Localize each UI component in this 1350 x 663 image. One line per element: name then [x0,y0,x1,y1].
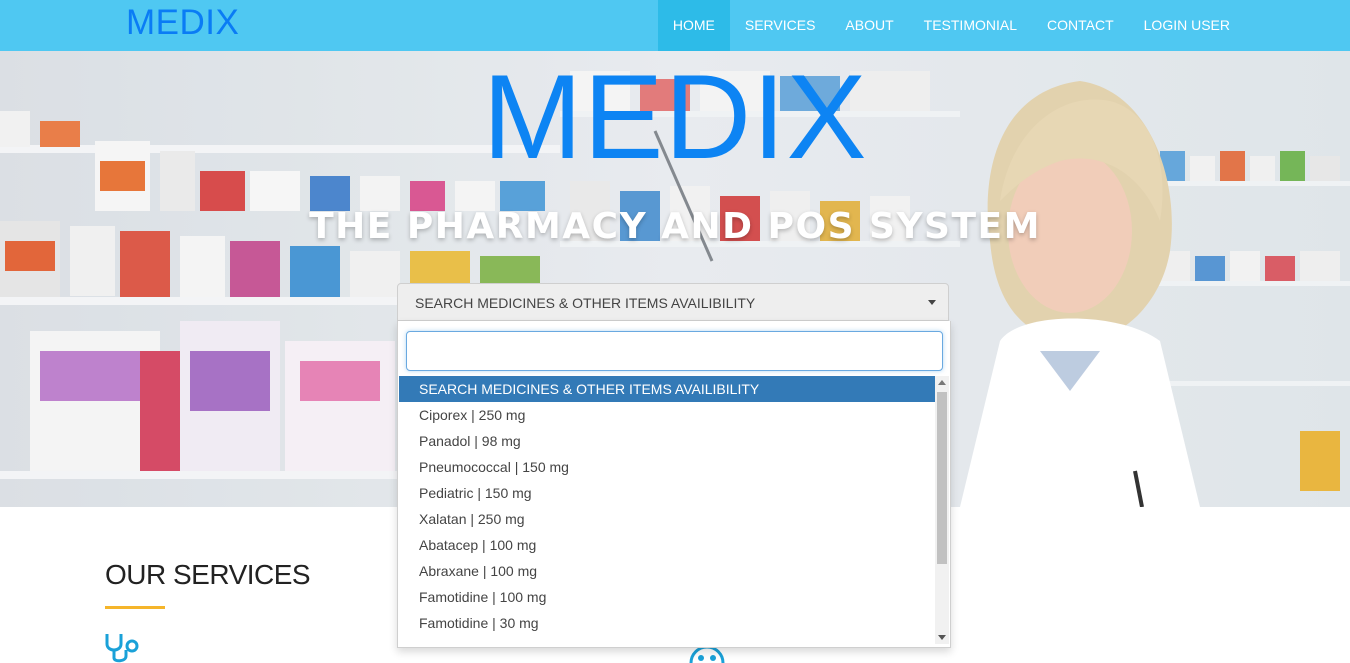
brand-logo[interactable]: MEDIX [126,3,239,43]
options-scrollbar[interactable] [935,376,949,644]
select-selected-value: SEARCH MEDICINES & OTHER ITEMS AVAILIBIL… [415,295,756,311]
scroll-down-arrow-icon[interactable] [938,635,946,640]
scroll-up-arrow-icon[interactable] [938,380,946,385]
option-placeholder[interactable]: SEARCH MEDICINES & OTHER ITEMS AVAILIBIL… [399,376,935,402]
nav-item-about[interactable]: ABOUT [830,0,908,51]
navbar: MEDIX HOME SERVICES ABOUT TESTIMONIAL CO… [0,0,1350,51]
option-abraxane-100[interactable]: Abraxane | 100 mg [399,558,935,584]
medicine-options-list: SEARCH MEDICINES & OTHER ITEMS AVAILIBIL… [399,376,935,644]
nav-item-home[interactable]: HOME [657,0,730,51]
medicine-search-select[interactable]: SEARCH MEDICINES & OTHER ITEMS AVAILIBIL… [397,283,949,321]
option-pediatric-150[interactable]: Pediatric | 150 mg [399,480,935,506]
nav-menu: HOME SERVICES ABOUT TESTIMONIAL CONTACT … [657,0,1245,51]
nav-item-services[interactable]: SERVICES [730,0,831,51]
services-heading-underline [105,606,165,609]
medicine-search-input[interactable] [406,331,943,371]
hero-title: MEDIX [482,51,868,184]
option-xalatan-250[interactable]: Xalatan | 250 mg [399,506,935,532]
option-ciporex-250[interactable]: Ciporex | 250 mg [399,402,935,428]
option-pneumococcal-150[interactable]: Pneumococcal | 150 mg [399,454,935,480]
nav-item-contact[interactable]: CONTACT [1032,0,1129,51]
services-heading: OUR SERVICES [105,559,311,590]
option-famotidine-100[interactable]: Famotidine | 100 mg [399,584,935,610]
option-abatacep-100[interactable]: Abatacep | 100 mg [399,532,935,558]
stethoscope-icon [105,634,139,663]
medical-icon [689,646,725,663]
medicine-dropdown-panel: SEARCH MEDICINES & OTHER ITEMS AVAILIBIL… [397,321,951,648]
option-famotidine-30[interactable]: Famotidine | 30 mg [399,610,935,636]
nav-item-login-user[interactable]: LOGIN USER [1129,0,1245,51]
hero-subtitle: THE PHARMACY AND POS SYSTEM [309,206,1041,247]
dropdown-arrow-icon[interactable] [928,300,936,305]
nav-item-testimonial[interactable]: TESTIMONIAL [909,0,1032,51]
option-panadol-98[interactable]: Panadol | 98 mg [399,428,935,454]
scroll-thumb[interactable] [937,392,947,564]
